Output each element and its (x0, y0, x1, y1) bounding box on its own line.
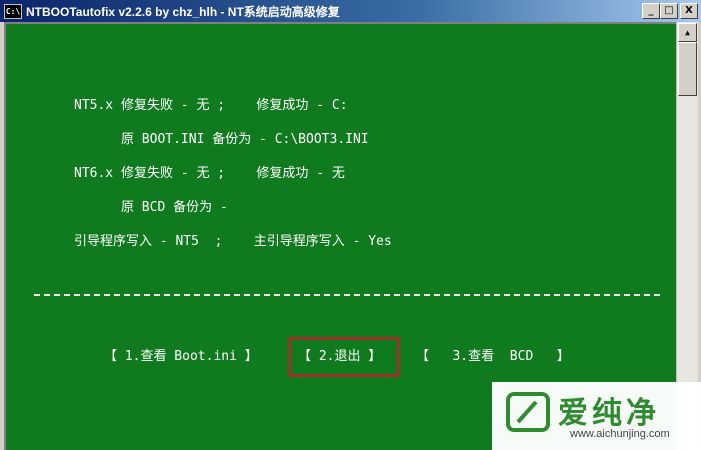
title-bar[interactable]: C:\ NTBOOTautofix v2.2.6 by chz_hlh - NT… (0, 0, 701, 22)
menu-view-boot-ini[interactable]: 【 1.查看 Boot.ini 】 (104, 345, 258, 364)
console-app-icon[interactable]: C:\ (4, 4, 22, 19)
scroll-thumb[interactable] (678, 42, 697, 96)
close-button[interactable]: X (680, 3, 698, 19)
bcd-backup-line: 原 BCD 备份为 - (74, 200, 228, 215)
aichunjing-logo-icon (506, 392, 550, 432)
boot-ini-backup-line: 原 BOOT.INI 备份为 - C:\BOOT3.INI (74, 132, 369, 147)
window-title: NTBOOTautofix v2.2.6 by chz_hlh - NT系统启动… (26, 5, 340, 19)
boot-write-line: 引导程序写入 - NT5 ; 主引导程序写入 - Yes (74, 234, 392, 249)
nt6-status-line: NT6.x 修复失败 - 无 ; 修复成功 - 无 (74, 166, 345, 181)
scroll-up-icon[interactable]: ▲ (678, 23, 697, 42)
nt5-status-line: NT5.x 修复失败 - 无 ; 修复成功 - C: (74, 98, 348, 113)
divider-line (34, 294, 660, 298)
menu-view-bcd[interactable]: 【 3.查看 BCD 】 (416, 345, 570, 364)
selection-highlight (288, 337, 400, 377)
minimize-button[interactable]: _ (642, 3, 660, 19)
console-window: C:\ NTBOOTautofix v2.2.6 by chz_hlh - NT… (0, 0, 701, 450)
watermark-url: www.aichunjing.com (570, 428, 670, 440)
maximize-button[interactable]: □ (660, 3, 678, 19)
watermark: 爱纯净 www.aichunjing.com (492, 382, 701, 450)
watermark-text: 爱纯净 (558, 396, 660, 431)
